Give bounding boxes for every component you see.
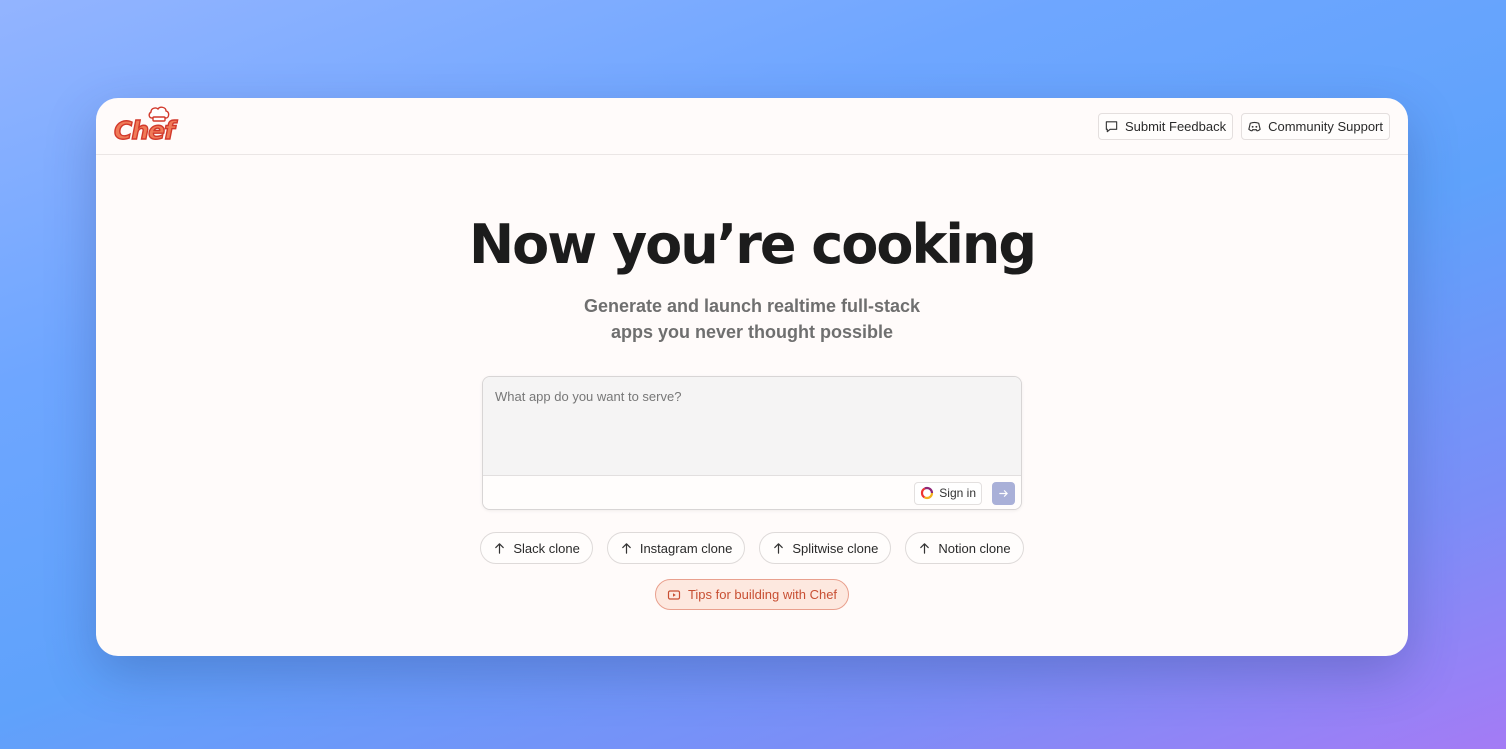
arrow-up-icon [495, 542, 505, 554]
send-button[interactable] [992, 481, 1015, 505]
subtitle: Generate and launch realtime full-stack … [96, 293, 1408, 345]
tips-row: Tips for building with Chef [96, 579, 1408, 610]
tips-label: Tips for building with Chef [687, 587, 838, 602]
community-support-button[interactable]: Community Support [1241, 112, 1390, 140]
prompt-toolbar: Sign in [483, 475, 1021, 509]
top-bar: Chef Submit Feedback Community Support [96, 98, 1408, 155]
page-title: Now you’re cooking [468, 213, 1037, 276]
suggestion-label: Splitwise clone [792, 540, 879, 556]
community-support-label: Community Support [1268, 118, 1383, 134]
suggestion-chips: Slack clone Instagram clone Splitwise cl… [96, 532, 1408, 564]
subtitle-line-2: apps you never thought possible [610, 322, 894, 342]
discord-icon [1248, 121, 1261, 131]
logo-wordmark: Chef [113, 116, 175, 145]
hero-section: Now you’re cooking Generate and launch r… [96, 211, 1408, 610]
submit-feedback-button[interactable]: Submit Feedback [1097, 112, 1234, 140]
suggestion-chip-slack[interactable]: Slack clone [480, 532, 593, 564]
arrow-up-icon [920, 542, 930, 554]
suggestion-label: Instagram clone [639, 540, 733, 556]
video-icon [667, 589, 681, 600]
app-window: Chef Submit Feedback Community Support N… [96, 98, 1408, 656]
chef-logo[interactable]: Chef [112, 104, 182, 148]
suggestion-chip-splitwise[interactable]: Splitwise clone [759, 532, 892, 564]
convex-logo-icon [921, 486, 934, 500]
message-square-icon [1105, 120, 1118, 132]
suggestion-label: Notion clone [938, 540, 1011, 556]
submit-feedback-label: Submit Feedback [1124, 118, 1227, 134]
suggestion-chip-notion[interactable]: Notion clone [905, 532, 1024, 564]
arrow-right-icon [999, 489, 1008, 497]
sign-in-button[interactable]: Sign in [914, 481, 982, 505]
suggestion-chip-instagram[interactable]: Instagram clone [606, 532, 746, 564]
prompt-box: Sign in [482, 376, 1022, 510]
arrow-up-icon [774, 542, 784, 554]
suggestion-label: Slack clone [513, 540, 580, 556]
subtitle-line-1: Generate and launch realtime full-stack [583, 296, 921, 316]
prompt-input[interactable] [483, 377, 1021, 475]
sign-in-label: Sign in [939, 486, 976, 500]
arrow-up-icon [622, 542, 631, 554]
tips-button[interactable]: Tips for building with Chef [654, 579, 850, 610]
header-actions: Submit Feedback Community Support [1097, 112, 1390, 140]
